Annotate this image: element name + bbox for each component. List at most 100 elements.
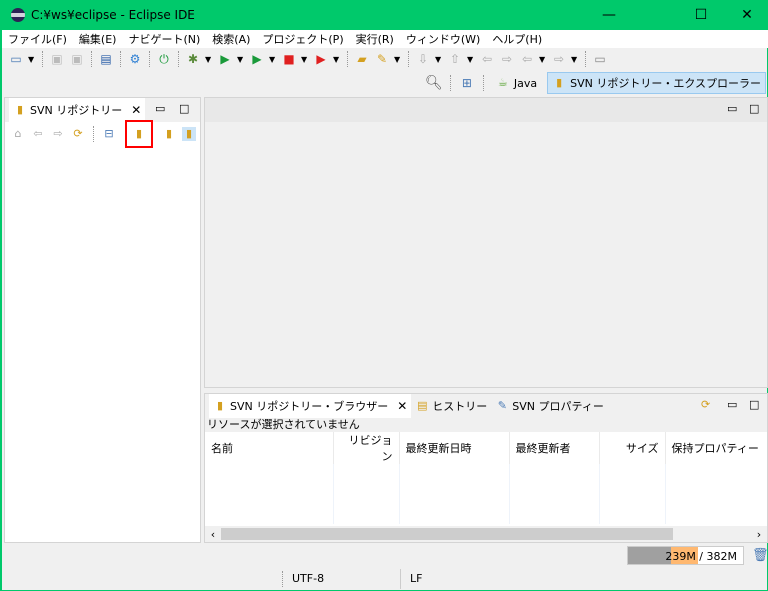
heap-status[interactable]: 239M / 382M xyxy=(627,546,744,565)
perspective-svn[interactable]: ▮ SVN リポジトリー・エクスプローラー xyxy=(547,72,766,94)
separator xyxy=(585,51,586,67)
maximize-button[interactable]: ☐ xyxy=(678,0,724,30)
column-label: 名前 xyxy=(211,442,233,455)
search-icon[interactable]: 🔍︎ xyxy=(425,75,443,91)
tab-history[interactable]: ▤ ヒストリー xyxy=(415,398,487,414)
menu-run[interactable]: 実行(R) xyxy=(356,31,394,47)
encoding-label[interactable]: UTF-8 xyxy=(292,572,324,585)
scroll-left-icon[interactable]: ‹ xyxy=(205,528,221,541)
column-revision[interactable]: リビジョン xyxy=(333,432,400,464)
tab-repository-browser[interactable]: ▮ SVN リポジトリー・ブラウザー ✕ xyxy=(209,394,412,418)
close-tab-icon[interactable]: ✕ xyxy=(397,399,407,413)
terminal-icon[interactable]: ▤ xyxy=(98,51,114,67)
new-repository-location-icon[interactable]: ▮ xyxy=(125,120,153,148)
chevron-down-icon[interactable]: ▼ xyxy=(333,55,341,64)
chevron-down-icon[interactable]: ▼ xyxy=(237,55,245,64)
chevron-down-icon[interactable]: ▼ xyxy=(301,55,309,64)
pin-editor-icon[interactable]: ▭ xyxy=(592,51,608,67)
forward-icon[interactable]: ⇨ xyxy=(551,51,567,67)
collapse-all-icon[interactable]: ⊟ xyxy=(102,127,116,141)
separator xyxy=(42,51,43,67)
svn-checkout-icon[interactable]: ▮ xyxy=(162,127,176,141)
home-icon[interactable]: ⌂ xyxy=(11,127,25,141)
column-last-modified[interactable]: 最終更新日時 xyxy=(399,432,510,464)
chevron-down-icon[interactable]: ▼ xyxy=(467,55,475,64)
chevron-down-icon[interactable]: ▼ xyxy=(571,55,579,64)
refresh-icon[interactable]: ⟳ xyxy=(71,127,85,141)
minimize-view-icon[interactable]: ▭ xyxy=(155,102,165,115)
pen-icon[interactable]: ✎ xyxy=(374,51,390,67)
column-name[interactable]: 名前 ^ xyxy=(205,432,334,464)
close-button[interactable]: ✕ xyxy=(724,0,768,30)
minimize-editor-icon[interactable]: ▭ xyxy=(727,102,737,115)
refresh-icon[interactable]: ⟳ xyxy=(701,398,710,411)
menu-search[interactable]: 検索(A) xyxy=(212,31,250,47)
separator xyxy=(93,126,94,142)
link-repository-icon[interactable]: ▮ xyxy=(182,127,196,141)
separator xyxy=(408,51,409,67)
separator xyxy=(91,51,92,67)
menu-file[interactable]: ファイル(F) xyxy=(8,31,67,47)
debug-bug-icon[interactable]: ✱ xyxy=(185,51,201,67)
new-icon[interactable]: ▭ xyxy=(8,51,24,67)
scrollbar-thumb[interactable] xyxy=(221,528,673,540)
column-label: 保持プロパティー xyxy=(671,442,759,455)
chevron-down-icon[interactable]: ▼ xyxy=(28,55,36,64)
chevron-down-icon[interactable]: ▼ xyxy=(269,55,277,64)
separator xyxy=(347,51,348,67)
svn-repositories-view: ▮ SVN リポジトリー ✕ ▭ □ ⌂ ⇦ ⇨ ⟳ ⊟ ▮ ▮ ▮ xyxy=(4,97,201,543)
title-bar: C:¥ws¥eclipse - Eclipse IDE — ☐ ✕ xyxy=(2,0,768,30)
menu-project[interactable]: プロジェクト(P) xyxy=(262,31,343,47)
run-icon[interactable]: ▶ xyxy=(217,51,233,67)
status-bar: 239M / 382M 🗑︎ UTF-8 LF xyxy=(2,543,768,591)
editor-tab-bar xyxy=(205,98,767,122)
scroll-right-icon[interactable]: › xyxy=(751,528,767,541)
maximize-editor-icon[interactable]: □ xyxy=(749,102,759,115)
column-size[interactable]: サイズ xyxy=(599,432,666,464)
horizontal-scrollbar[interactable]: ‹ › xyxy=(205,526,767,542)
view-toolbar: ⌂ ⇦ ⇨ ⟳ ⊟ ▮ ▮ ▮ xyxy=(5,120,200,148)
status-message: リソースが選択されていません xyxy=(205,418,767,432)
back-icon[interactable]: ⇦ xyxy=(519,51,535,67)
next-annotation-icon[interactable]: ⇩ xyxy=(415,51,431,67)
chevron-down-icon[interactable]: ▼ xyxy=(435,55,443,64)
next-edit-icon[interactable]: ⇨ xyxy=(499,51,515,67)
minimize-view-icon[interactable]: ▭ xyxy=(727,398,737,411)
separator xyxy=(482,75,484,91)
column-properties[interactable]: 保持プロパティー xyxy=(665,432,767,464)
stop-icon[interactable]: ■ xyxy=(281,51,297,67)
tab-svn-repositories[interactable]: ▮ SVN リポジトリー ✕ xyxy=(9,98,146,122)
svn-repository-icon: ▮ xyxy=(216,399,224,412)
previous-annotation-icon[interactable]: ⇧ xyxy=(447,51,463,67)
spring-power-icon[interactable]: ⏻ xyxy=(156,51,172,67)
column-last-author[interactable]: 最終更新者 xyxy=(509,432,600,464)
menu-navigate[interactable]: ナビゲート(N) xyxy=(128,31,200,47)
chevron-down-icon[interactable]: ▼ xyxy=(205,55,213,64)
chevron-down-icon[interactable]: ▼ xyxy=(539,55,547,64)
repository-table: 名前 ^ リビジョン 最終更新日時 最終更新者 サイズ 保持プロパティー xyxy=(205,432,767,524)
maximize-view-icon[interactable]: □ xyxy=(179,102,189,115)
minimize-button[interactable]: — xyxy=(586,0,632,30)
last-edit-icon[interactable]: ⇦ xyxy=(479,51,495,67)
menu-edit[interactable]: 編集(E) xyxy=(79,31,117,47)
view-tab-bar: ▮ SVN リポジトリー・ブラウザー ✕ ▤ ヒストリー ✎ SVN プロパティー … xyxy=(205,394,767,418)
launch-icon[interactable]: ▶ xyxy=(313,51,329,67)
menu-window[interactable]: ウィンドウ(W) xyxy=(406,31,480,47)
back-icon[interactable]: ⇦ xyxy=(31,127,45,141)
tab-svn-properties[interactable]: ✎ SVN プロパティー xyxy=(495,398,604,414)
settings-gear-icon[interactable]: ⚙ xyxy=(127,51,143,67)
save-icon[interactable]: ▣ xyxy=(49,51,65,67)
garbage-collect-trash-icon[interactable]: 🗑︎ xyxy=(752,548,768,563)
save-all-icon[interactable]: ▣ xyxy=(69,51,85,67)
run-external-tools-icon[interactable]: ▶ xyxy=(249,51,265,67)
window-title: C:¥ws¥eclipse - Eclipse IDE xyxy=(31,8,195,22)
chevron-down-icon[interactable]: ▼ xyxy=(394,55,402,64)
maximize-view-icon[interactable]: □ xyxy=(749,398,759,411)
close-tab-icon[interactable]: ✕ xyxy=(131,103,141,117)
open-perspective-icon[interactable]: ⊞ xyxy=(459,75,475,91)
forward-icon[interactable]: ⇨ xyxy=(51,127,65,141)
perspective-java[interactable]: ☕ Java xyxy=(492,74,541,92)
menu-help[interactable]: ヘルプ(H) xyxy=(492,31,542,47)
open-folder-icon[interactable]: ▰ xyxy=(354,51,370,67)
line-ending-label[interactable]: LF xyxy=(410,572,422,585)
